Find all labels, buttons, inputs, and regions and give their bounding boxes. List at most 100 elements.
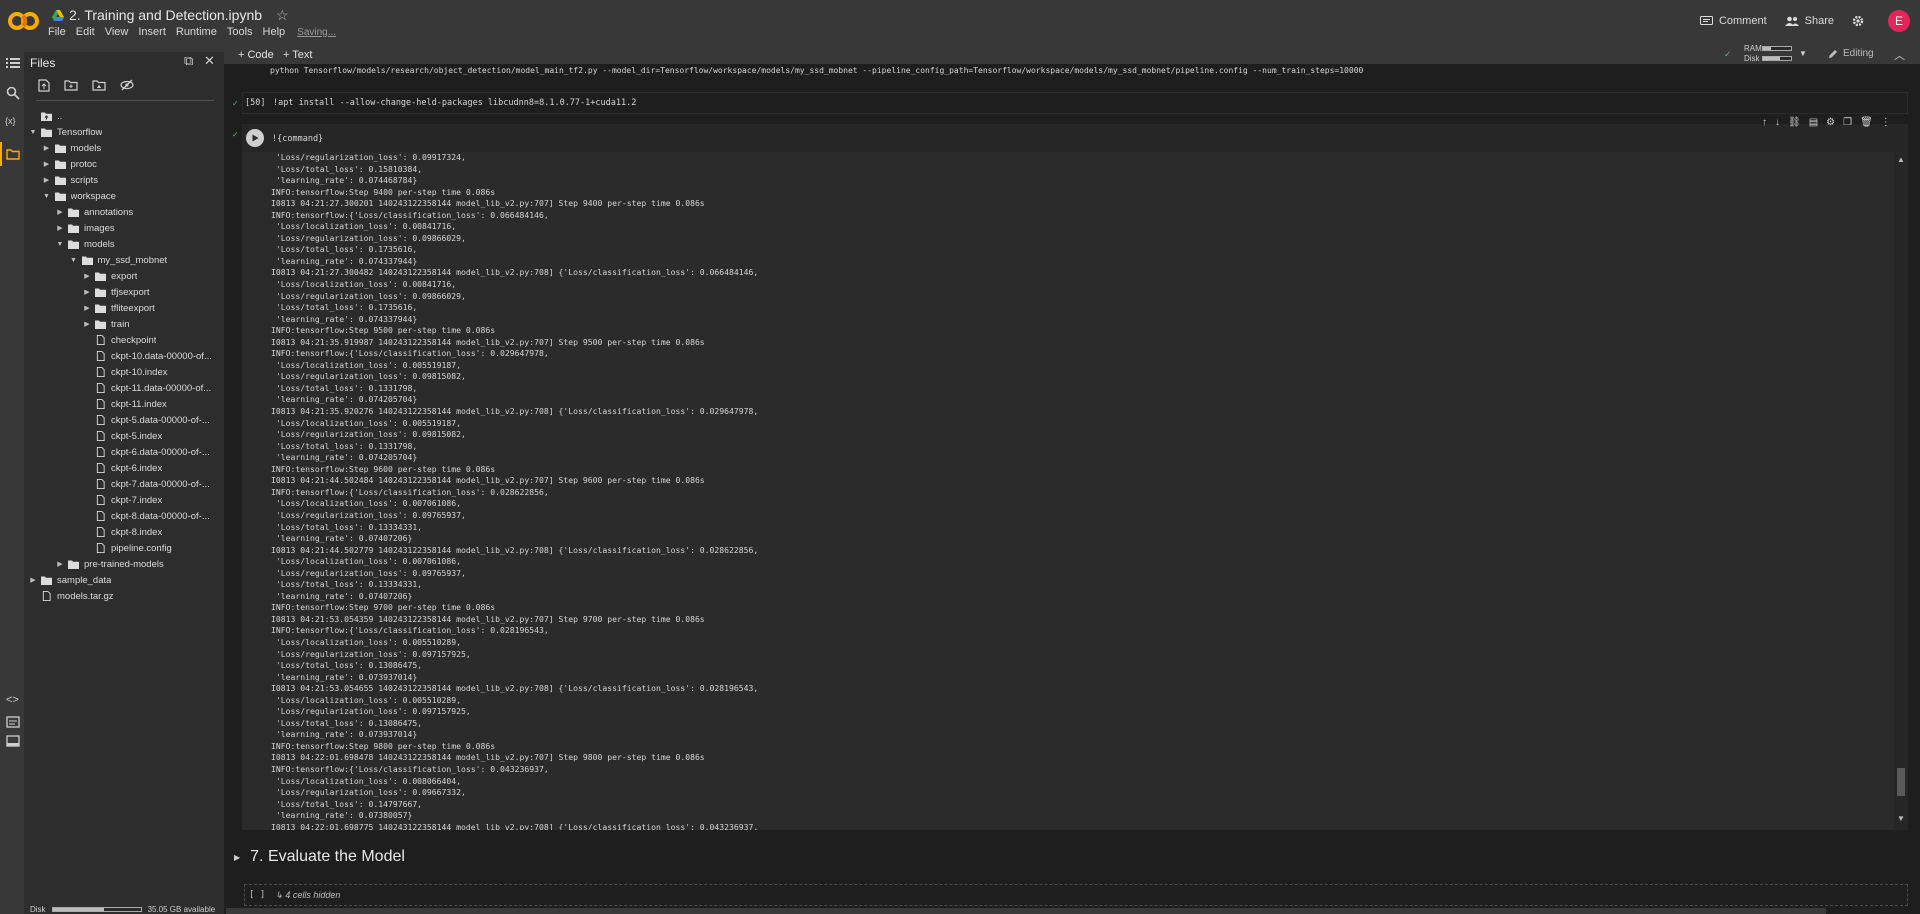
- menu-edit[interactable]: Edit: [76, 26, 95, 38]
- file-tree-row[interactable]: ▶ export: [24, 268, 224, 284]
- hide-files-icon[interactable]: [120, 79, 134, 91]
- scrollbar-thumb[interactable]: [1897, 768, 1905, 796]
- new-folder-icon[interactable]: [64, 79, 78, 91]
- terminal-icon[interactable]: [6, 734, 20, 748]
- collapsed-arrow-icon[interactable]: ▶: [55, 208, 65, 216]
- file-tree-row[interactable]: ..: [24, 108, 224, 124]
- notebook-title[interactable]: 2. Training and Detection.ipynb: [69, 7, 262, 23]
- file-tree-row[interactable]: ▶ train: [24, 316, 224, 332]
- chevron-down-icon[interactable]: ▼: [1799, 49, 1807, 58]
- file-tree-row[interactable]: ▶ tfliteexport: [24, 300, 224, 316]
- file-tree-row[interactable]: ckpt-11.index: [24, 396, 224, 412]
- file-tree-row[interactable]: ckpt-6.data-00000-of-...: [24, 444, 224, 460]
- collapsed-arrow-icon[interactable]: ▶: [82, 288, 92, 296]
- collapsed-arrow-icon[interactable]: ▶: [82, 320, 92, 328]
- run-cell-button[interactable]: [246, 129, 264, 147]
- cell-source[interactable]: !apt install --allow-change-held-package…: [273, 98, 636, 108]
- search-icon[interactable]: [6, 86, 20, 100]
- file-tree-row[interactable]: ckpt-6.index: [24, 460, 224, 476]
- collapse-section-icon[interactable]: ▶: [234, 853, 240, 862]
- file-tree-row[interactable]: ckpt-10.index: [24, 364, 224, 380]
- code-cell-run[interactable]: !{command}: [242, 124, 1908, 152]
- menu-help[interactable]: Help: [263, 26, 286, 38]
- file-tree-row[interactable]: ▶ protoc: [24, 156, 224, 172]
- section-heading[interactable]: ▶ 7. Evaluate the Model: [234, 848, 405, 866]
- file-tree-row[interactable]: ckpt-5.index: [24, 428, 224, 444]
- menu-runtime[interactable]: Runtime: [176, 26, 217, 38]
- scroll-up-icon[interactable]: ▲: [1897, 155, 1905, 164]
- saving-status[interactable]: Saving...: [297, 27, 336, 38]
- gear-icon[interactable]: ⚙: [1826, 117, 1835, 128]
- collapsed-arrow-icon[interactable]: ▶: [42, 160, 52, 168]
- ram-disk-indicator[interactable]: ✓ RAM Disk ▼: [1724, 43, 1807, 65]
- variables-icon[interactable]: {x}: [5, 116, 21, 130]
- collapse-header-icon[interactable]: ︿: [1894, 47, 1905, 63]
- file-tree-row[interactable]: ▼ models: [24, 236, 224, 252]
- file-tree-row[interactable]: ▼ workspace: [24, 188, 224, 204]
- delete-icon[interactable]: 🗑: [1860, 117, 1873, 128]
- upload-file-icon[interactable]: [38, 79, 50, 92]
- file-tree-row[interactable]: ckpt-10.data-00000-of...: [24, 348, 224, 364]
- output-scrollbar[interactable]: ▲ ▼: [1894, 152, 1908, 830]
- command-palette-icon[interactable]: [6, 715, 20, 729]
- avatar[interactable]: E: [1888, 10, 1910, 32]
- link-icon[interactable]: ⛓: [1788, 117, 1801, 128]
- previous-cell-source[interactable]: python Tensorflow/models/research/object…: [270, 66, 1363, 75]
- mount-drive-icon[interactable]: [92, 79, 106, 91]
- share-button[interactable]: Share: [1784, 15, 1834, 27]
- file-tree-row[interactable]: ckpt-8.data-00000-of-...: [24, 508, 224, 524]
- file-tree-row[interactable]: ▶ images: [24, 220, 224, 236]
- open-in-window-icon[interactable]: ⧉: [184, 53, 193, 69]
- file-tree-row[interactable]: models.tar.gz: [24, 588, 224, 604]
- file-tree-row[interactable]: ▶ sample_data: [24, 572, 224, 588]
- table-of-contents-icon[interactable]: [6, 56, 20, 70]
- scroll-down-icon[interactable]: ▼: [1897, 814, 1905, 823]
- menu-tools[interactable]: Tools: [227, 26, 253, 38]
- file-tree-row[interactable]: ckpt-8.index: [24, 524, 224, 540]
- collapsed-arrow-icon[interactable]: ▶: [82, 304, 92, 312]
- file-tree-row[interactable]: ▼ Tensorflow: [24, 124, 224, 140]
- file-tree-row[interactable]: ▶ tfjsexport: [24, 284, 224, 300]
- file-tree-row[interactable]: pipeline.config: [24, 540, 224, 556]
- cell-output[interactable]: 'Loss/regularization_loss': 0.09917324, …: [242, 152, 1908, 830]
- editing-mode-button[interactable]: Editing: [1828, 48, 1874, 59]
- file-tree-row[interactable]: ▶ scripts: [24, 172, 224, 188]
- collapsed-arrow-icon[interactable]: ▶: [55, 560, 65, 568]
- file-tree-row[interactable]: ckpt-7.index: [24, 492, 224, 508]
- file-tree-row[interactable]: ckpt-5.data-00000-of-...: [24, 412, 224, 428]
- add-code-button[interactable]: + Code: [238, 49, 274, 61]
- code-snippets-icon[interactable]: <>: [6, 694, 19, 706]
- move-up-icon[interactable]: ↑: [1762, 117, 1767, 128]
- expanded-arrow-icon[interactable]: ▼: [69, 257, 79, 264]
- expanded-arrow-icon[interactable]: ▼: [55, 241, 65, 248]
- comment-icon[interactable]: ▤: [1809, 117, 1818, 128]
- collapsed-arrow-icon[interactable]: ▶: [42, 144, 52, 152]
- file-tree-row[interactable]: ▶ pre-trained-models: [24, 556, 224, 572]
- file-tree-row[interactable]: ckpt-7.data-00000-of-...: [24, 476, 224, 492]
- close-icon[interactable]: ✕: [204, 53, 215, 69]
- file-tree-row[interactable]: ▼ my_ssd_mobnet: [24, 252, 224, 268]
- expanded-arrow-icon[interactable]: ▼: [42, 193, 52, 200]
- move-down-icon[interactable]: ↓: [1775, 117, 1780, 128]
- collapsed-arrow-icon[interactable]: ▶: [42, 176, 52, 184]
- collapsed-arrow-icon[interactable]: ▶: [55, 224, 65, 232]
- expanded-arrow-icon[interactable]: ▼: [28, 129, 38, 136]
- add-text-button[interactable]: + Text: [283, 49, 312, 61]
- more-vert-icon[interactable]: ⋮: [1881, 117, 1891, 128]
- hidden-cells-bar[interactable]: [ ] ↳ 4 cells hidden: [244, 884, 1908, 906]
- collapsed-arrow-icon[interactable]: ▶: [82, 272, 92, 280]
- colab-logo[interactable]: [8, 10, 40, 32]
- file-tree-row[interactable]: ▶ annotations: [24, 204, 224, 220]
- menu-view[interactable]: View: [105, 26, 129, 38]
- horizontal-scrollbar[interactable]: [226, 908, 1826, 914]
- collapsed-arrow-icon[interactable]: ▶: [28, 576, 38, 584]
- comment-button[interactable]: Comment: [1699, 15, 1767, 27]
- file-tree-row[interactable]: ckpt-11.data-00000-of...: [24, 380, 224, 396]
- settings-button[interactable]: [1852, 15, 1870, 27]
- file-tree-row[interactable]: ▶ models: [24, 140, 224, 156]
- folder-icon[interactable]: [6, 147, 20, 161]
- code-cell-apt[interactable]: [50] !apt install --allow-change-held-pa…: [242, 92, 1908, 114]
- star-icon[interactable]: ☆: [276, 7, 289, 24]
- mirror-cell-icon[interactable]: ❐: [1843, 117, 1852, 128]
- cell-source[interactable]: !{command}: [272, 134, 323, 144]
